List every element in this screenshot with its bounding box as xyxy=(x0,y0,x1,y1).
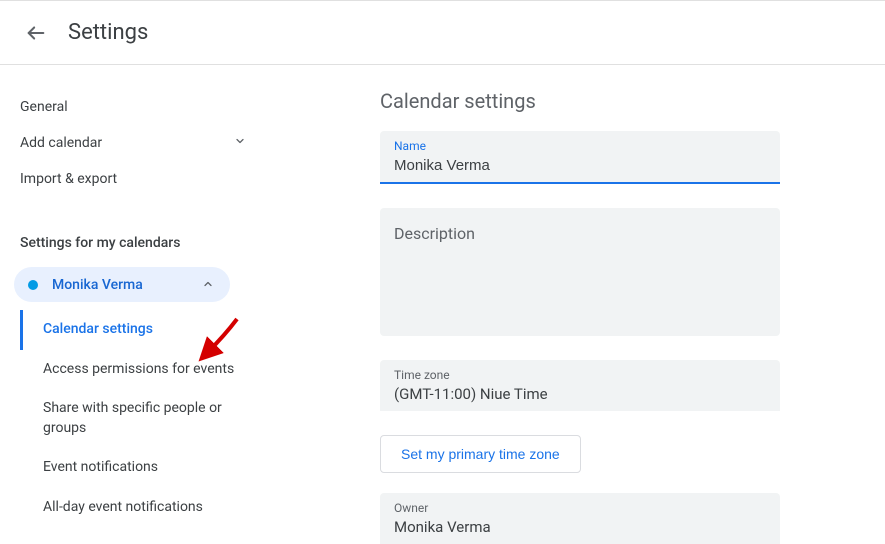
set-primary-timezone-button[interactable]: Set my primary time zone xyxy=(380,435,581,473)
page-title: Settings xyxy=(68,20,148,45)
calendar-subnav: Calendar settings Access permissions for… xyxy=(20,310,260,528)
subnav-share-people[interactable]: Share with specific people or groups xyxy=(23,389,260,448)
sidebar-item-import-export[interactable]: Import & export xyxy=(20,161,260,197)
chevron-up-icon xyxy=(202,275,216,294)
name-field[interactable]: Name xyxy=(380,131,780,184)
owner-field: Owner Monika Verma xyxy=(380,493,780,544)
sidebar-item-label: General xyxy=(20,99,68,115)
calendar-color-dot xyxy=(28,280,38,290)
sidebar-item-general[interactable]: General xyxy=(20,89,260,125)
sidebar: General Add calendar Import & export Set… xyxy=(0,89,260,544)
content: General Add calendar Import & export Set… xyxy=(0,65,885,544)
subnav-event-notifications[interactable]: Event notifications xyxy=(23,448,260,488)
description-field[interactable]: Description xyxy=(380,208,780,336)
description-label: Description xyxy=(394,224,475,243)
name-label: Name xyxy=(394,139,766,153)
sidebar-item-add-calendar[interactable]: Add calendar xyxy=(20,125,260,161)
subnav-allday-notifications[interactable]: All-day event notifications xyxy=(23,488,260,528)
calendar-name: Monika Verma xyxy=(52,277,202,293)
arrow-left-icon xyxy=(25,22,47,44)
owner-label: Owner xyxy=(394,501,766,515)
header: Settings xyxy=(0,1,885,65)
subnav-access-permissions[interactable]: Access permissions for events xyxy=(23,350,260,390)
timezone-label: Time zone xyxy=(394,368,766,382)
main: Calendar settings Name Description Time … xyxy=(260,89,820,544)
sidebar-item-label: Add calendar xyxy=(20,135,102,151)
timezone-value: (GMT-11:00) Niue Time xyxy=(394,384,766,405)
owner-value: Monika Verma xyxy=(394,517,766,538)
section-title: Calendar settings xyxy=(380,89,780,113)
timezone-field[interactable]: Time zone (GMT-11:00) Niue Time xyxy=(380,360,780,411)
subnav-calendar-settings[interactable]: Calendar settings xyxy=(20,310,260,350)
name-input[interactable] xyxy=(394,155,766,176)
back-button[interactable] xyxy=(24,21,48,45)
calendar-row-monika[interactable]: Monika Verma xyxy=(14,267,230,302)
chevron-down-icon xyxy=(234,135,248,151)
sidebar-item-label: Import & export xyxy=(20,171,117,187)
my-calendars-header: Settings for my calendars xyxy=(20,225,260,261)
